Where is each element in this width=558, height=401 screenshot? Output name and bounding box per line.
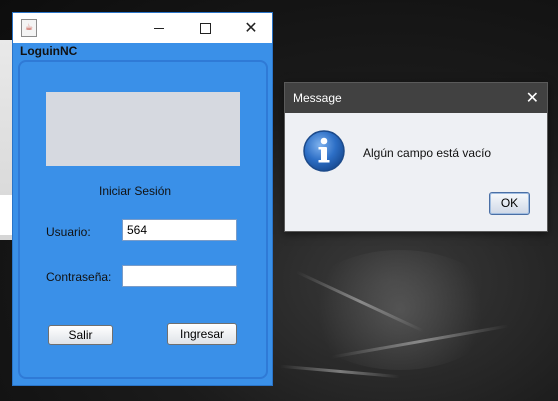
close-button[interactable]: ✕ (228, 13, 274, 43)
dialog-titlebar: Message ✕ (285, 83, 547, 113)
message-dialog: Message ✕ Algún campo está vacío OK (284, 82, 548, 232)
maximize-icon (199, 22, 211, 34)
dialog-title: Message (293, 91, 342, 105)
login-window: ☕ ✕ LoguinNC Iniciar Sesión Usuario: 564… (12, 12, 273, 386)
ok-button[interactable]: OK (489, 192, 530, 215)
salir-button[interactable]: Salir (48, 325, 113, 345)
close-icon: ✕ (244, 18, 258, 37)
logo-placeholder (46, 92, 240, 166)
close-icon: ✕ (525, 88, 539, 107)
usuario-label: Usuario: (46, 225, 91, 239)
dialog-message: Algún campo está vacío (363, 146, 492, 160)
password-input[interactable] (122, 265, 237, 287)
password-label: Contraseña: (46, 270, 112, 284)
java-icon: ☕ (21, 19, 37, 37)
dialog-body: Algún campo está vacío OK (285, 113, 547, 231)
info-icon (303, 130, 345, 172)
dialog-close-button[interactable]: ✕ (526, 88, 539, 107)
window-titlebar: ☕ ✕ (13, 13, 272, 43)
minimize-button[interactable] (136, 13, 182, 43)
usuario-input[interactable]: 564 (122, 219, 237, 241)
login-heading: Iniciar Sesión (99, 184, 172, 198)
minimize-icon (154, 27, 164, 29)
maximize-button[interactable] (182, 13, 228, 43)
app-label: LoguinNC (20, 44, 78, 58)
background-blur (300, 250, 500, 370)
ingresar-button[interactable]: Ingresar (167, 323, 237, 345)
